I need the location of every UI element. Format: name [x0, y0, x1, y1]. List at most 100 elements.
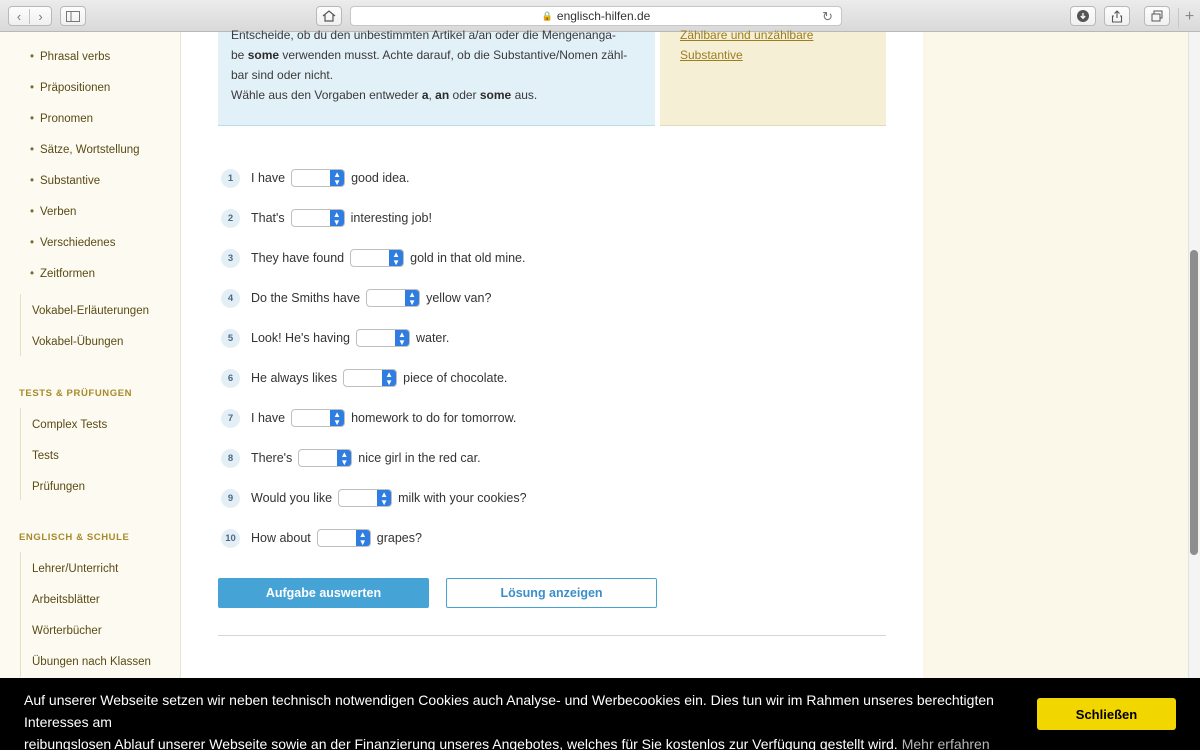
answer-select[interactable]: ▲ ▼ — [338, 489, 393, 507]
sidebar-item-arbeitsblaetter[interactable]: Arbeitsblätter — [32, 594, 100, 606]
chevron-updown-icon: ▲ ▼ — [389, 250, 404, 267]
sidebar-item-substantive[interactable]: Substantive — [30, 175, 100, 187]
share-icon[interactable] — [1104, 6, 1130, 26]
question-text-after: grapes? — [376, 531, 422, 545]
sidebar-item-complex-tests[interactable]: Complex Tests — [32, 419, 107, 431]
question-number: 3 — [221, 248, 240, 268]
question-number: 10 — [221, 528, 240, 548]
question-text-before: That's — [251, 211, 285, 225]
answer-select[interactable]: ▲ ▼ — [290, 209, 345, 227]
question-row: 3 They have found ▲ ▼ gold in that old mine. — [221, 248, 525, 268]
download-icon[interactable] — [1070, 6, 1096, 26]
instructions-text: bar sind oder nicht. — [231, 68, 334, 82]
question-number: 6 — [221, 368, 240, 388]
question-row: 1 I have ▲ ▼ good idea. — [221, 168, 409, 188]
sidebar-item-phrasal-verbs[interactable]: Phrasal verbs — [30, 51, 110, 63]
related-link-zaehlbare[interactable]: Zählbare und unzählbare — [680, 25, 866, 45]
related-links-box: Zählbare und unzählbare Substantive — [660, 28, 886, 126]
question-text-after: milk with your cookies? — [398, 491, 527, 505]
question-number: 2 — [221, 208, 240, 228]
sidebar-item-vokabel-uebungen[interactable]: Vokabel-Übungen — [32, 336, 123, 348]
sidebar-item-vokabel-erlaeuterungen[interactable]: Vokabel-Erläuterungen — [32, 305, 149, 317]
answer-select[interactable]: ▲ ▼ — [366, 289, 421, 307]
sidebar-item-zeitformen[interactable]: Zeitformen — [30, 268, 95, 280]
question-number: 8 — [221, 448, 240, 468]
cookie-text-line: reibungslosen Ablauf unserer Webseite so… — [24, 733, 1036, 750]
sidebar-item-woerterbuecher[interactable]: Wörterbücher — [32, 625, 102, 637]
question-text-after: gold in that old mine. — [410, 251, 526, 265]
answer-select[interactable]: ▲ ▼ — [291, 409, 346, 427]
related-link-substantive[interactable]: Substantive — [680, 45, 866, 65]
main-content: Entscheide, ob du den unbestimmten Artik… — [181, 28, 923, 750]
cookie-close-button[interactable]: Schließen — [1037, 698, 1176, 730]
chevron-updown-icon: ▲ ▼ — [330, 410, 345, 427]
sidebar-icon[interactable] — [60, 6, 86, 26]
answer-select[interactable]: ▲ ▼ — [343, 369, 398, 387]
sidebar-group-divider — [20, 294, 21, 356]
cookie-text-line: Auf unserer Webseite setzen wir neben te… — [24, 692, 994, 730]
scrollbar-thumb[interactable] — [1190, 250, 1198, 555]
sidebar-group-divider — [20, 408, 21, 500]
lock-icon: 🔒 — [541, 10, 553, 21]
reload-icon[interactable]: ↻ — [822, 9, 833, 25]
instructions-text: oder — [449, 88, 480, 102]
sidebar-item-pruefungen[interactable]: Prüfungen — [32, 481, 85, 493]
sidebar: Phrasal verbs Präpositionen Pronomen Sät… — [0, 32, 181, 750]
sidebar-item-tests[interactable]: Tests — [32, 450, 59, 462]
sidebar-item-verschiedenes[interactable]: Verschiedenes — [30, 237, 116, 249]
question-row: 8 There's ▲ ▼ nice girl in the red car. — [221, 448, 481, 468]
instructions-line: be some verwenden musst. Achte darauf, o… — [231, 45, 642, 65]
question-text-before: He always likes — [251, 371, 338, 385]
question-text-after: piece of chocolate. — [403, 371, 508, 385]
question-row: 6 He always likes ▲ ▼ piece of chocolate. — [221, 368, 507, 388]
question-row: 7 I have ▲ ▼ homework to do for tomorrow. — [221, 408, 516, 428]
address-bar[interactable]: 🔒 englisch-hilfen.de ↻ — [350, 6, 842, 26]
answer-select[interactable]: ▲ ▼ — [291, 169, 346, 187]
sidebar-item-verben[interactable]: Verben — [30, 206, 77, 218]
instructions-box: Entscheide, ob du den unbestimmten Artik… — [218, 28, 655, 126]
instructions-bold: some — [247, 48, 280, 62]
sidebar-group-divider — [20, 552, 21, 677]
chevron-updown-icon: ▲ ▼ — [329, 210, 344, 227]
tabs-icon[interactable] — [1144, 6, 1170, 26]
sidebar-item-saetze[interactable]: Sätze, Wortstellung — [30, 144, 139, 156]
chevron-updown-icon: ▲ ▼ — [337, 450, 352, 467]
cookie-banner: Auf unserer Webseite setzen wir neben te… — [0, 678, 1200, 750]
sidebar-item-pronomen[interactable]: Pronomen — [30, 113, 93, 125]
question-number: 5 — [221, 328, 240, 348]
answer-select[interactable]: ▲ ▼ — [298, 449, 353, 467]
question-text-before: Look! He's having — [251, 331, 350, 345]
learn-more-link[interactable]: Mehr erfahren — [902, 736, 990, 750]
instructions-line: Wähle aus den Vorgaben entweder a, an od… — [231, 85, 642, 105]
option-a: a — [421, 88, 429, 102]
sidebar-item-uebungen-klassen[interactable]: Übungen nach Klassen — [32, 656, 151, 668]
question-row: 10 How about ▲ ▼ grapes? — [221, 528, 422, 548]
question-text-before: There's — [251, 451, 293, 465]
sidebar-item-lehrer[interactable]: Lehrer/Unterricht — [32, 563, 118, 575]
new-tab-icon[interactable]: + — [1178, 8, 1200, 28]
evaluate-button[interactable]: Aufgabe auswerten — [218, 578, 429, 608]
instructions-text: verwenden musst. Achte darauf, ob die Su… — [279, 48, 628, 62]
question-text-before: How about — [251, 531, 311, 545]
forward-icon[interactable]: › — [30, 9, 51, 24]
answer-select[interactable]: ▲ ▼ — [316, 529, 371, 547]
cookie-text: Auf unserer Webseite setzen wir neben te… — [24, 689, 1036, 750]
answer-select[interactable]: ▲ ▼ — [355, 329, 410, 347]
question-number: 4 — [221, 288, 240, 308]
instructions-text: Wähle aus den Vorgaben entweder — [231, 88, 422, 102]
instructions-text: be — [231, 48, 248, 62]
home-icon[interactable] — [316, 6, 342, 26]
answer-select[interactable]: ▲ ▼ — [350, 249, 405, 267]
chevron-updown-icon: ▲ ▼ — [377, 490, 392, 507]
section-title-tests: TESTS & PRÜFUNGEN — [19, 388, 133, 399]
cookie-text-part: reibungslosen Ablauf unserer Webseite so… — [24, 736, 898, 750]
question-row: 9 Would you like ▲ ▼ milk with your cookies? — [221, 488, 527, 508]
show-solution-button[interactable]: Lösung anzeigen — [446, 578, 657, 608]
question-text-before: They have found — [251, 251, 345, 265]
back-icon[interactable]: ‹ — [9, 8, 31, 24]
divider — [218, 635, 886, 636]
right-column — [923, 32, 1188, 750]
sidebar-item-praepositionen[interactable]: Präpositionen — [30, 82, 110, 94]
question-text-before: I have — [251, 171, 286, 185]
question-text-before: Do the Smiths have — [251, 291, 361, 305]
